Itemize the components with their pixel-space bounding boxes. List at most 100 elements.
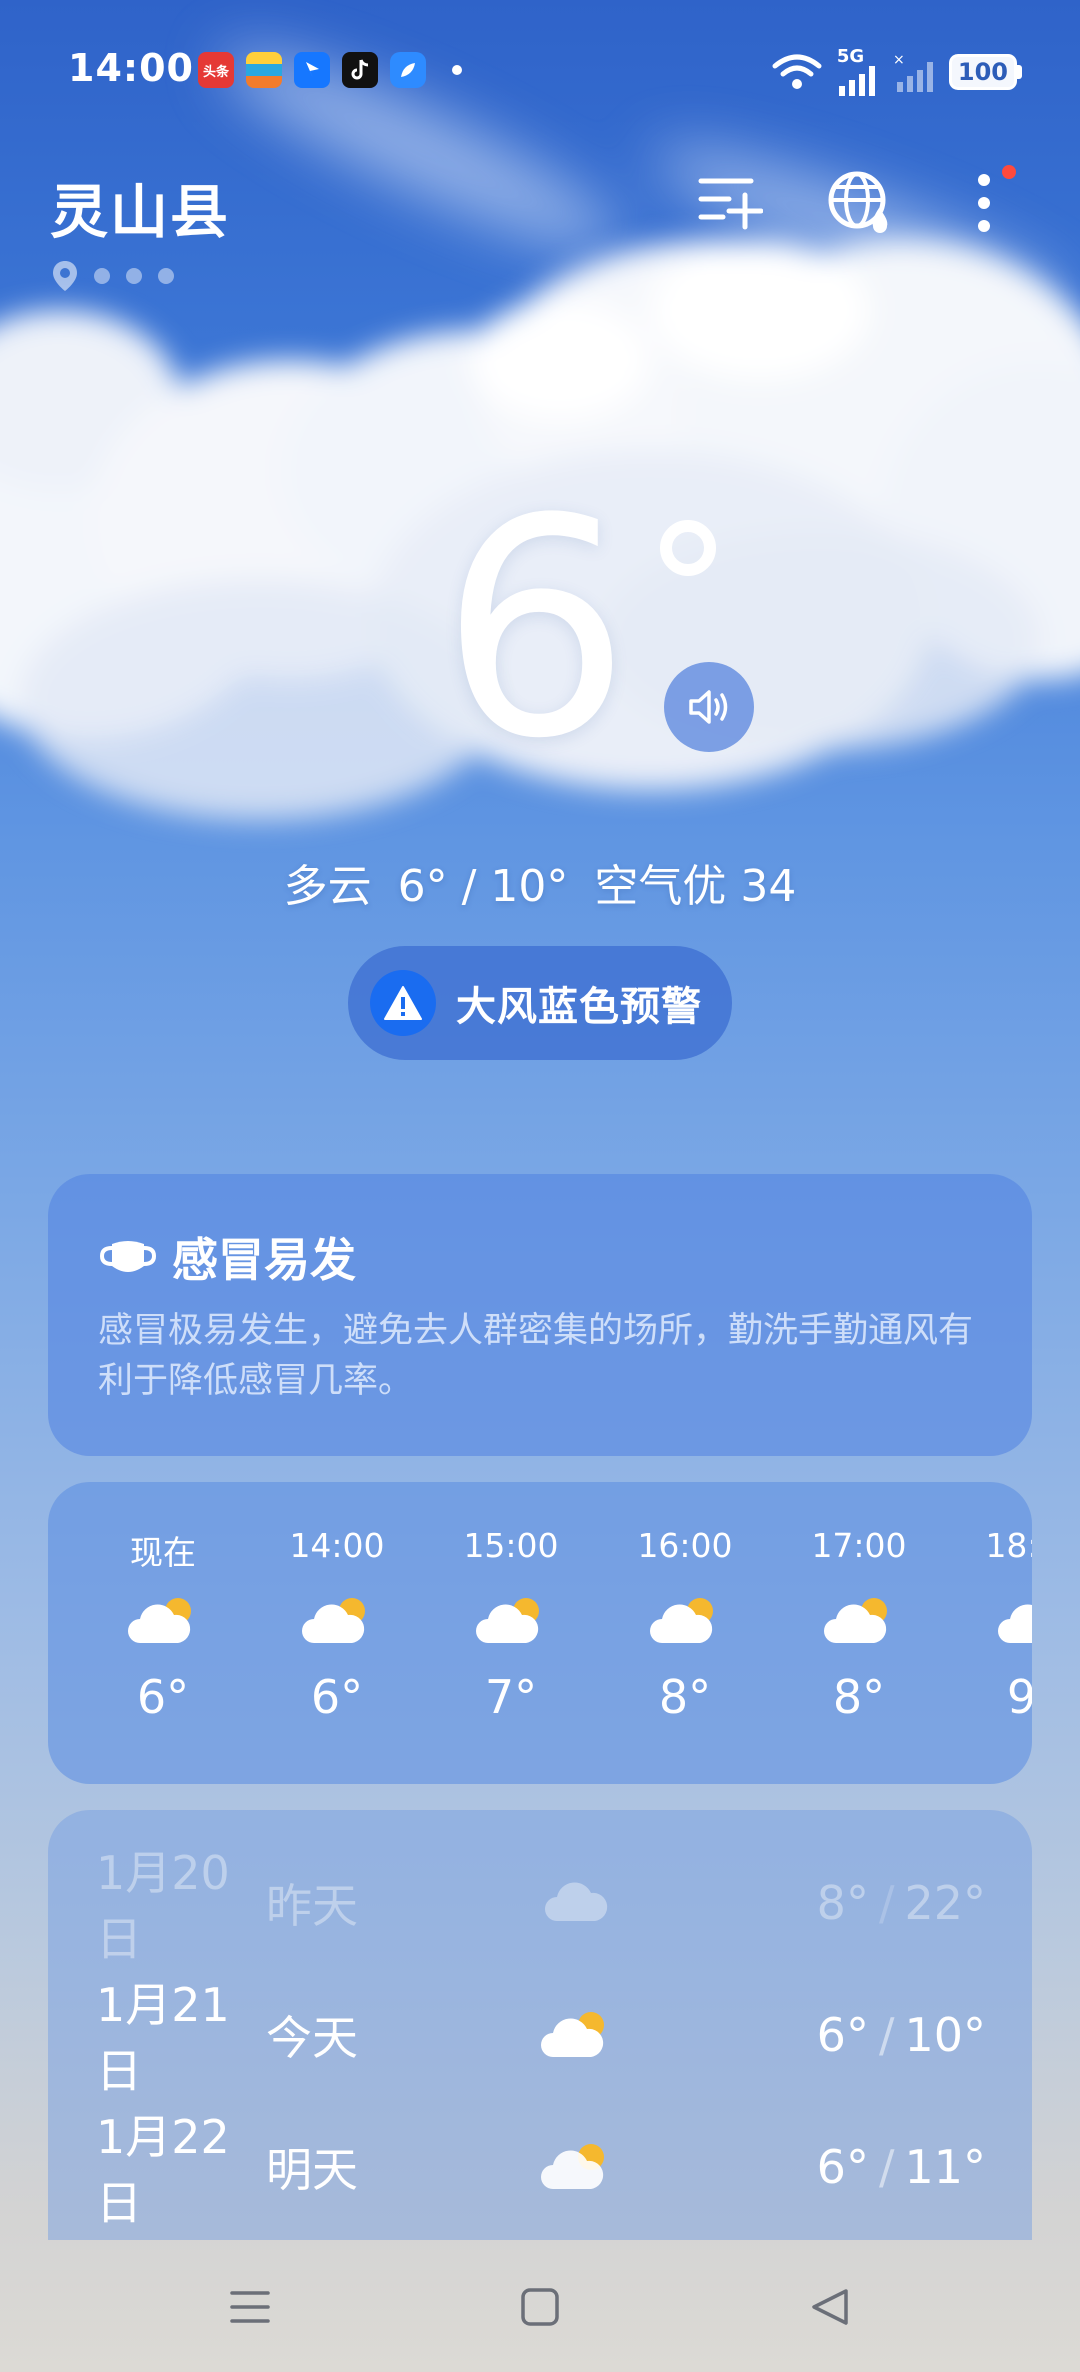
partly-cloudy-icon [476, 1578, 546, 1664]
hourly-item[interactable]: 16:00 8° [598, 1526, 772, 1724]
weather-alert-button[interactable]: 大风蓝色预警 [348, 946, 732, 1060]
condition-text: 多云 [283, 861, 372, 912]
day-date: 1月20日 [96, 1846, 230, 1966]
air-quality-text[interactable]: 空气优 34 [594, 861, 796, 912]
warning-icon [370, 970, 436, 1036]
partly-cloudy-icon [496, 2009, 656, 2061]
city-name[interactable]: 灵山县 [50, 165, 230, 249]
location-pin-icon [53, 261, 77, 291]
day-low: 6° [816, 2140, 869, 2194]
hourly-forecast-list[interactable]: 现在 6° 14:00 6° 15:00 7° 16:00 8° 17:00 8° 18:00 9° [76, 1526, 1032, 1724]
day-name: 明天 [266, 2143, 358, 2197]
toutiao-app-icon: 头条 [198, 52, 234, 88]
speaker-icon [689, 690, 728, 724]
status-bar: 14:00 头条 5G × 100 [0, 0, 1080, 140]
more-notifications-dot [452, 65, 462, 75]
status-time: 14:00 [68, 46, 194, 90]
more-menu-button[interactable] [946, 165, 1022, 241]
weather-summary[interactable]: 多云 6° / 10° 空气优 34 [0, 850, 1080, 914]
more-vertical-icon [978, 174, 990, 232]
hour-temperature: 8° [832, 1670, 886, 1724]
daily-row-tomorrow[interactable]: 1月22日 明天 6°/11° [96, 2110, 986, 2230]
hourly-item[interactable]: 15:00 7° [424, 1526, 598, 1724]
health-tip-description: 感冒极易发生，避免去人群密集的场所，勤洗手勤通风有利于降低感冒几率。 [98, 1311, 974, 1401]
hour-time: 17:00 [811, 1526, 907, 1565]
hour-temperature: 8° [658, 1670, 712, 1724]
pager-dot [126, 268, 142, 284]
day-high: 11° [904, 2140, 986, 2194]
hour-temperature: 6° [136, 1670, 190, 1724]
day-temperature-range: 8°/22° [816, 1876, 986, 1930]
day-date: 1月22日 [96, 2110, 230, 2230]
home-button[interactable] [510, 2277, 570, 2337]
recent-apps-button[interactable] [220, 2277, 280, 2337]
alert-text: 大风蓝色预警 [456, 984, 702, 1030]
signal-nosim-icon: × [893, 52, 933, 92]
hour-time: 18:00 [985, 1526, 1032, 1565]
pager-dot [94, 268, 110, 284]
day-high: 10° [904, 2008, 986, 2062]
partly-cloudy-icon [128, 1578, 198, 1664]
hour-time: 现在 [130, 1533, 196, 1572]
add-city-button[interactable] [692, 165, 768, 241]
browser-app-icon [390, 52, 426, 88]
daily-row-today[interactable]: 1月21日 今天 6°/10° [96, 1978, 986, 2098]
back-triangle-icon [812, 2289, 848, 2325]
degree-symbol [660, 520, 716, 576]
day-low: 8° [816, 1876, 869, 1930]
health-tip-card[interactable]: 感冒易发 感冒极易发生，避免去人群密集的场所，勤洗手勤通风有利于降低感冒几率。 [48, 1174, 1032, 1456]
daily-forecast-card[interactable]: 1月20日 昨天 8°/22° 1月21日 今天 6°/10° 1月22日 明天… [48, 1810, 1032, 2240]
partly-cloudy-icon [998, 1578, 1032, 1664]
hour-temperature: 6° [310, 1670, 364, 1724]
battery-tip [1017, 65, 1022, 79]
partly-cloudy-icon [302, 1578, 372, 1664]
mask-icon [99, 1241, 157, 1272]
wallet-app-icon [246, 52, 282, 88]
notification-badge [1002, 165, 1016, 179]
svg-text:×: × [893, 52, 905, 68]
list-add-icon [698, 178, 763, 230]
city-pager[interactable] [52, 260, 174, 292]
day-date: 1月21日 [96, 1978, 230, 2098]
temperature-range: 6° / 10° [397, 861, 569, 912]
back-button[interactable] [800, 2277, 860, 2337]
hourly-item[interactable]: 现在 6° [76, 1526, 250, 1724]
pager-dot [158, 268, 174, 284]
hour-time: 14:00 [289, 1526, 385, 1565]
system-navigation-bar [0, 2242, 1080, 2372]
wifi-icon [772, 54, 822, 89]
cloudy-icon [496, 1881, 656, 1925]
hourly-item[interactable]: 17:00 8° [772, 1526, 946, 1724]
partly-cloudy-icon [824, 1578, 894, 1664]
hourly-item[interactable]: 14:00 6° [250, 1526, 424, 1724]
dingtalk-app-icon [294, 52, 330, 88]
hour-temperature: 7° [484, 1670, 538, 1724]
battery-level: 100 [948, 54, 1017, 90]
day-temperature-range: 6°/11° [816, 2140, 986, 2194]
voice-broadcast-button[interactable] [664, 662, 754, 752]
health-tip-title: 感冒易发 [172, 1233, 356, 1287]
status-indicators: 5G × 100 [771, 48, 1022, 96]
square-icon [521, 2288, 559, 2326]
day-name: 今天 [266, 2011, 358, 2065]
hour-time: 15:00 [463, 1526, 559, 1565]
day-name: 昨天 [266, 1879, 358, 1933]
partly-cloudy-icon [650, 1578, 720, 1664]
signal-strength-icon [838, 66, 875, 96]
day-high: 22° [904, 1876, 986, 1930]
daily-row-yesterday[interactable]: 1月20日 昨天 8°/22° [96, 1846, 986, 1966]
day-temperature-range: 6°/10° [816, 2008, 986, 2062]
global-weather-button[interactable] [822, 165, 898, 241]
douyin-app-icon [342, 52, 378, 88]
menu-icon [230, 2291, 270, 2323]
hourly-forecast-card[interactable]: 现在 6° 14:00 6° 15:00 7° 16:00 8° 17:00 8° 18:00 9° [48, 1482, 1032, 1784]
globe-drop-icon [828, 171, 888, 233]
network-type-label: 5G [836, 46, 865, 67]
hour-temperature: 9° [1006, 1670, 1032, 1724]
current-temperature: 6 [440, 455, 631, 804]
hour-time: 16:00 [637, 1526, 733, 1565]
hourly-item[interactable]: 18:00 9° [946, 1526, 1032, 1724]
partly-cloudy-icon [496, 2141, 656, 2193]
notification-app-icons: 头条 [198, 52, 462, 88]
day-low: 6° [816, 2008, 869, 2062]
